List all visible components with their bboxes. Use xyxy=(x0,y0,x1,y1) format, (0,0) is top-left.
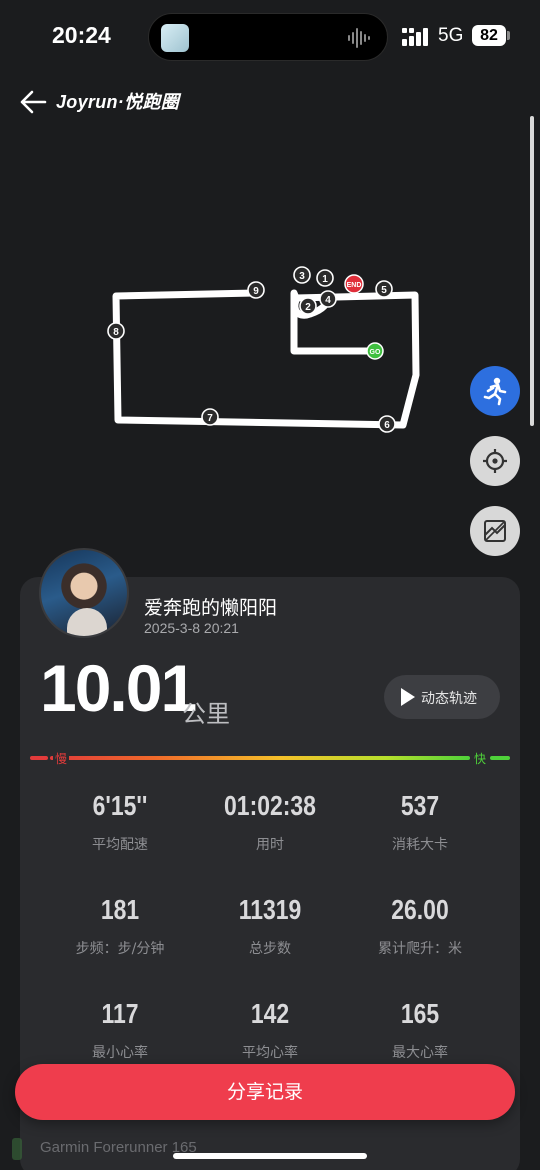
svg-text:1: 1 xyxy=(322,274,328,285)
pace-gradient-bar xyxy=(50,756,470,760)
route-marker-5: 5 xyxy=(375,280,393,298)
svg-text:2: 2 xyxy=(305,302,311,313)
route-path xyxy=(112,289,420,429)
pace-bar-fast-cap xyxy=(490,756,510,760)
crosshair-icon xyxy=(483,449,507,473)
svg-text:4: 4 xyxy=(325,295,331,306)
map-style-button[interactable] xyxy=(470,506,520,556)
network-type: 5G xyxy=(438,25,464,46)
play-icon xyxy=(401,688,415,706)
dynamic-island xyxy=(148,13,388,61)
route-marker-8: 8 xyxy=(107,322,125,340)
distance-unit: 公里 xyxy=(182,700,230,728)
route-marker-9: 9 xyxy=(247,281,265,299)
stat-duration: 01:02:38 用时 xyxy=(224,790,316,853)
locate-button[interactable] xyxy=(470,436,520,486)
audio-wave-icon xyxy=(348,28,370,48)
svg-text:GO: GO xyxy=(370,349,381,356)
runner-icon xyxy=(483,377,507,406)
home-indicator[interactable] xyxy=(173,1153,367,1159)
svg-text:6: 6 xyxy=(384,420,390,431)
app-brand-title: Joyrun·悦跑圈 xyxy=(56,92,180,112)
route-start-marker: GO xyxy=(366,342,384,360)
status-time: 20:24 xyxy=(52,22,111,48)
stat-total-steps: 11319 总步数 xyxy=(238,894,302,957)
stat-max-heart-rate: 165 最大心率 xyxy=(392,998,448,1061)
route-marker-6: 6 xyxy=(378,415,396,433)
avatar[interactable] xyxy=(39,548,129,638)
now-playing-thumbnail xyxy=(161,24,189,52)
cellular-signal-icon xyxy=(402,28,428,46)
pace-fast-label: 快 xyxy=(472,750,489,767)
replay-track-button[interactable]: 动态轨迹 xyxy=(384,675,500,719)
stat-min-heart-rate: 117 最小心率 xyxy=(92,998,148,1061)
pace-slow-label: 慢 xyxy=(53,750,70,767)
svg-text:8: 8 xyxy=(113,327,119,338)
distance-value: 10.01 xyxy=(40,651,197,725)
run-datetime: 2025-3-8 20:21 xyxy=(144,620,239,636)
run-mode-button[interactable] xyxy=(470,366,520,416)
device-icon xyxy=(12,1138,22,1160)
svg-text:END: END xyxy=(347,282,362,289)
route-marker-4: 4 xyxy=(319,290,337,308)
battery-icon xyxy=(507,31,510,40)
svg-text:5: 5 xyxy=(381,285,387,296)
route-map[interactable]: 1 2 3 4 5 6 7 8 9 END GO xyxy=(0,120,540,560)
svg-text:9: 9 xyxy=(253,286,259,297)
username: 爱奔跑的懒阳阳 xyxy=(144,597,278,619)
back-arrow-icon[interactable] xyxy=(18,88,48,116)
share-record-button[interactable]: 分享记录 xyxy=(15,1064,515,1120)
svg-text:7: 7 xyxy=(207,413,213,424)
status-bar: 20:24 5G 82 xyxy=(0,0,540,72)
stat-avg-pace: 6'15'' 平均配速 xyxy=(92,790,148,853)
pace-bar-slow-cap xyxy=(30,756,48,760)
route-marker-3: 3 xyxy=(293,266,311,284)
battery-level: 82 xyxy=(472,25,506,46)
svg-text:3: 3 xyxy=(299,271,305,282)
route-marker-1: 1 xyxy=(316,269,334,287)
route-end-marker: END xyxy=(344,274,364,294)
stat-cadence: 181 步频：步/分钟 xyxy=(75,894,165,957)
stat-elevation-gain: 26.00 累计爬升：米 xyxy=(378,894,462,957)
stat-avg-heart-rate: 142 平均心率 xyxy=(242,998,298,1061)
route-marker-2: 2 xyxy=(299,297,317,315)
stat-calories: 537 消耗大卡 xyxy=(392,790,448,853)
route-marker-7: 7 xyxy=(201,408,219,426)
replay-track-label: 动态轨迹 xyxy=(421,691,477,707)
image-frame-icon xyxy=(484,520,506,542)
